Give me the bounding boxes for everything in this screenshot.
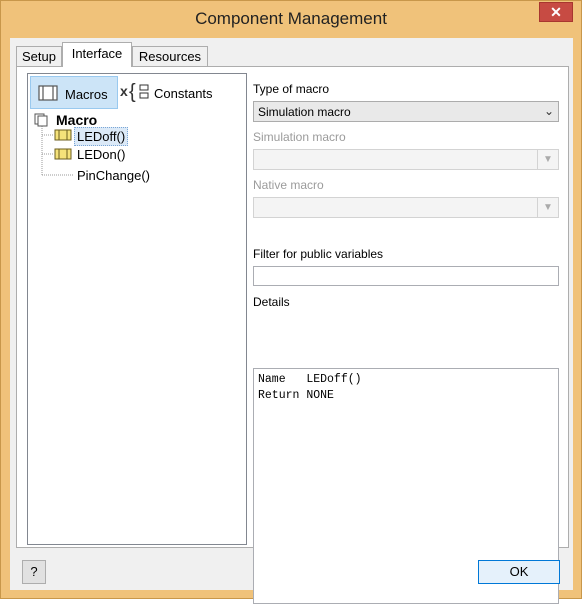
tab-setup[interactable]: Setup — [16, 46, 62, 66]
chevron-down-icon: ⌄ — [543, 104, 554, 118]
tab-interface[interactable]: Interface — [62, 42, 132, 67]
simulation-macro-label: Simulation macro — [253, 130, 346, 144]
type-of-macro-label: Type of macro — [253, 82, 330, 96]
interface-tab-panel: Macros x { Constants Macro LEDoff() LEDo… — [16, 66, 569, 604]
details-row: Name LEDoff() — [258, 373, 362, 386]
macro-folder-icon — [34, 113, 48, 127]
simulation-macro-select[interactable]: ▼ — [253, 149, 559, 170]
constants-icon: x { — [120, 81, 149, 103]
component-management-window: Component Management ✕ Setup Interface R… — [0, 0, 582, 604]
native-macro-select[interactable]: ▼ — [253, 197, 559, 218]
window-title: Component Management — [195, 9, 387, 28]
macro-browser-panel: Macros x { Constants Macro LEDoff() LEDo… — [27, 73, 247, 545]
macros-view-label: Macros — [65, 87, 108, 102]
dropdown-arrow-icon: ▼ — [537, 150, 558, 169]
title-bar[interactable]: Component Management ✕ — [1, 1, 581, 37]
macro-properties-panel: Type of macro Simulation macro ⌄ Simulat… — [253, 73, 565, 604]
dialog-button-bar: ? OK — [10, 548, 573, 590]
filter-label: Filter for public variables — [253, 247, 384, 261]
tab-resources[interactable]: Resources — [132, 46, 208, 66]
tree-item-ledon[interactable]: LEDon() — [77, 146, 125, 163]
close-button[interactable]: ✕ — [539, 2, 573, 22]
svg-text:x: x — [120, 83, 128, 99]
macros-view-button[interactable]: Macros — [30, 76, 118, 109]
tree-item-pinchange[interactable]: PinChange() — [77, 167, 150, 184]
macros-icon — [38, 85, 58, 101]
help-button[interactable]: ? — [22, 560, 46, 584]
type-of-macro-select[interactable]: Simulation macro ⌄ — [253, 101, 559, 122]
constants-view-label: Constants — [154, 86, 213, 101]
type-of-macro-value: Simulation macro — [258, 105, 351, 119]
details-label: Details — [253, 295, 290, 309]
native-macro-label: Native macro — [253, 178, 324, 192]
dialog-client-area: Setup Interface Resources Macros x {Con… — [10, 38, 573, 604]
ok-button[interactable]: OK — [478, 560, 560, 584]
tree-item-ledoff[interactable]: LEDoff() — [74, 127, 129, 146]
svg-text:{: { — [129, 81, 136, 103]
dropdown-arrow-icon: ▼ — [537, 198, 558, 217]
constants-view-button[interactable]: x { Constants — [120, 76, 220, 109]
filter-input[interactable] — [253, 266, 559, 286]
macro-item-icon — [54, 129, 72, 141]
close-icon: ✕ — [550, 4, 562, 20]
details-row: Return NONE — [258, 389, 334, 402]
macro-item-icon — [54, 148, 72, 160]
